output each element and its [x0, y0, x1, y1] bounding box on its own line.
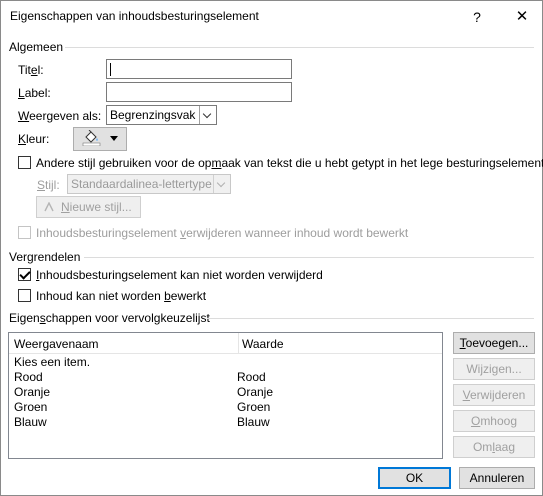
dropdown-arrow-icon: [110, 136, 118, 141]
style-label: Stijl:: [37, 178, 60, 192]
list-item[interactable]: Rood Rood: [9, 370, 442, 385]
title-bar: Eigenschappen van inhoudsbesturingseleme…: [1, 1, 542, 32]
list-item-display-name: Blauw: [14, 415, 47, 429]
style-icon: [44, 202, 54, 212]
column-separator[interactable]: [238, 333, 239, 353]
list-item-value: Groen: [237, 400, 271, 414]
list-item-value: Blauw: [237, 415, 270, 429]
color-picker-button[interactable]: [73, 127, 127, 151]
list-item-display-name: Kies een item.: [14, 355, 91, 369]
list-item[interactable]: Groen Groen: [9, 400, 442, 415]
list-item-display-name: Oranje: [14, 385, 51, 399]
dropdown-section-divider: [207, 318, 534, 319]
move-down-button[interactable]: Omlaag: [453, 436, 535, 458]
modify-item-button[interactable]: Wijzigen...: [453, 358, 535, 380]
column-header-value[interactable]: Waarde: [242, 337, 284, 351]
add-item-button[interactable]: Toevoegen...: [453, 332, 535, 354]
title-input[interactable]: [106, 59, 292, 79]
list-header: Weergavenaam Waarde: [9, 333, 442, 354]
remove-on-edit-checkbox[interactable]: [18, 226, 31, 239]
list-item-display-name: Groen: [14, 400, 48, 414]
list-item[interactable]: Kies een item.: [9, 355, 442, 370]
title-field-label: Titel:: [18, 63, 44, 77]
chevron-down-icon: [213, 175, 230, 193]
dropdown-section-heading: Eigenschappen voor vervolgkeuzelijst: [9, 311, 210, 325]
display-as-select[interactable]: Begrenzingsvak: [106, 105, 217, 125]
style-select[interactable]: Standaardalinea-lettertype: [67, 174, 231, 194]
column-header-display-name[interactable]: Weergavenaam: [14, 337, 99, 351]
cannot-delete-label: Inhoudsbesturingselement kan niet worden…: [36, 268, 323, 282]
chevron-down-icon: [199, 106, 216, 124]
use-style-label: Andere stijl gebruiken voor de opmaak va…: [36, 156, 543, 170]
display-as-value: Begrenzingsvak: [110, 108, 196, 122]
remove-item-button[interactable]: Verwijderen: [453, 384, 535, 406]
use-style-checkbox[interactable]: [18, 156, 31, 169]
list-item[interactable]: Oranje Oranje: [9, 385, 442, 400]
new-style-button[interactable]: Nieuwe stijl...: [36, 196, 141, 218]
locking-section-heading: Vergrendelen: [9, 250, 81, 264]
close-button[interactable]: ✕: [507, 5, 537, 29]
label-input[interactable]: [106, 82, 292, 102]
list-item-display-name: Rood: [14, 370, 43, 384]
style-value: Standaardalinea-lettertype: [71, 177, 212, 191]
text-caret: [110, 63, 111, 76]
help-button[interactable]: ?: [462, 5, 492, 29]
ok-button[interactable]: OK: [378, 467, 451, 489]
label-field-label: Label:: [18, 86, 51, 100]
remove-on-edit-label: Inhoudsbesturingselement verwijderen wan…: [36, 226, 409, 240]
general-section-heading: Algemeen: [9, 40, 64, 54]
cannot-delete-checkbox[interactable]: [18, 268, 31, 281]
list-item[interactable]: Blauw Blauw: [9, 415, 442, 430]
list-item-value: Oranje: [237, 385, 274, 399]
paint-bucket-icon: [82, 130, 101, 146]
color-label: Kleur:: [18, 132, 50, 146]
move-up-button[interactable]: Omhoog: [453, 410, 535, 432]
cannot-edit-label: Inhoud kan niet worden bewerkt: [36, 289, 207, 303]
locking-section-divider: [84, 257, 534, 258]
dropdown-items-list[interactable]: Weergavenaam Waarde Kies een item. Rood …: [8, 332, 443, 459]
dialog-title: Eigenschappen van inhoudsbesturingseleme…: [10, 9, 259, 23]
cannot-edit-checkbox[interactable]: [18, 289, 31, 302]
general-section-divider: [65, 47, 534, 48]
display-as-label: Weergeven als:: [18, 109, 102, 123]
list-item-value: Rood: [237, 370, 266, 384]
content-control-properties-dialog: Eigenschappen van inhoudsbesturingseleme…: [0, 0, 543, 496]
cancel-button[interactable]: Annuleren: [459, 467, 535, 489]
